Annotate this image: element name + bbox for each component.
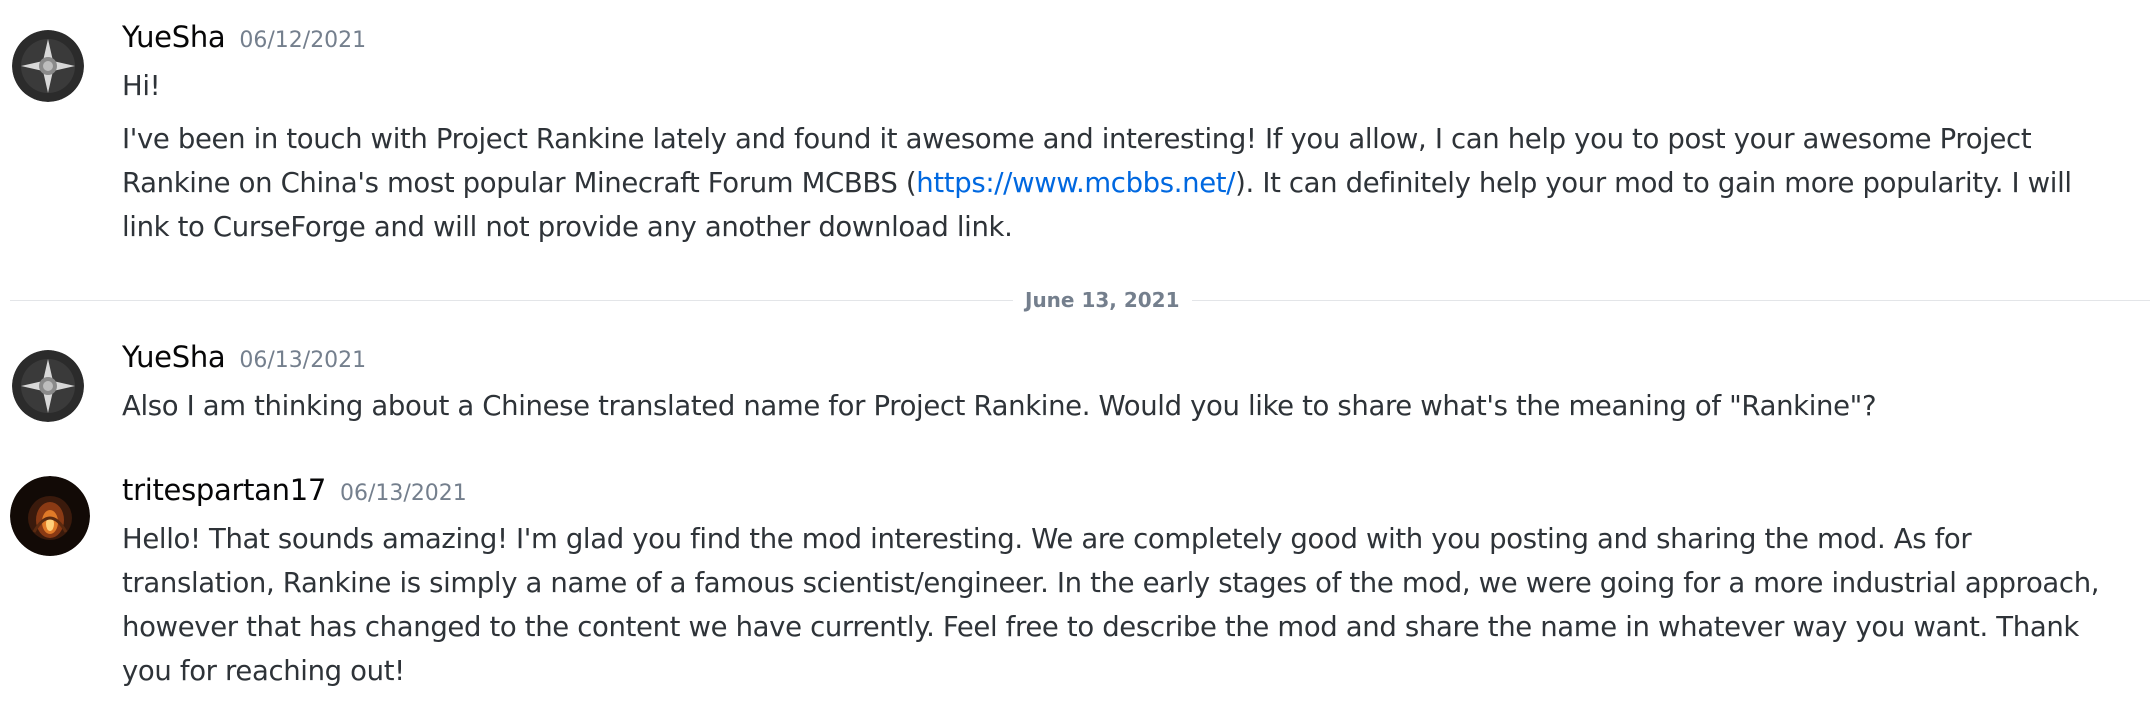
user-avatar[interactable] xyxy=(12,30,84,102)
user-avatar[interactable] xyxy=(10,476,90,556)
timestamp[interactable]: 06/13/2021 xyxy=(340,481,467,506)
message-text: Hello! That sounds amazing! I'm glad you… xyxy=(122,523,2100,687)
timestamp[interactable]: 06/13/2021 xyxy=(239,348,366,373)
username[interactable]: YueSha xyxy=(122,20,226,54)
message-text: Hi! xyxy=(122,70,161,102)
mcbbs-link[interactable]: https://www.mcbbs.net/ xyxy=(916,167,1235,199)
date-divider-label: June 13, 2021 xyxy=(1013,288,1192,312)
message-text: Also I am thinking about a Chinese trans… xyxy=(122,390,1877,422)
message-header: tritespartan17 06/13/2021 xyxy=(122,473,2120,517)
message-content: tritespartan17 06/13/2021 Hello! That sou… xyxy=(122,473,2120,693)
message-header: YueSha 06/12/2021 xyxy=(122,20,2120,64)
shield-avatar-icon xyxy=(12,30,84,102)
shield-avatar-icon xyxy=(12,350,84,422)
message-header: YueSha 06/13/2021 xyxy=(122,340,2120,384)
timestamp[interactable]: 06/12/2021 xyxy=(239,28,366,53)
message-paragraph: I've been in touch with Project Rankine … xyxy=(122,117,2120,249)
message-content: YueSha 06/12/2021 Hi! I've been in touch … xyxy=(122,20,2120,249)
fire-avatar-icon xyxy=(10,476,90,556)
username[interactable]: tritespartan17 xyxy=(122,473,326,507)
message-content: YueSha 06/13/2021 Also I am thinking abou… xyxy=(122,340,2120,428)
user-avatar[interactable] xyxy=(12,350,84,422)
chat-log: YueSha 06/12/2021 Hi! I've been in touch … xyxy=(0,0,2150,710)
username[interactable]: YueSha xyxy=(122,340,226,374)
